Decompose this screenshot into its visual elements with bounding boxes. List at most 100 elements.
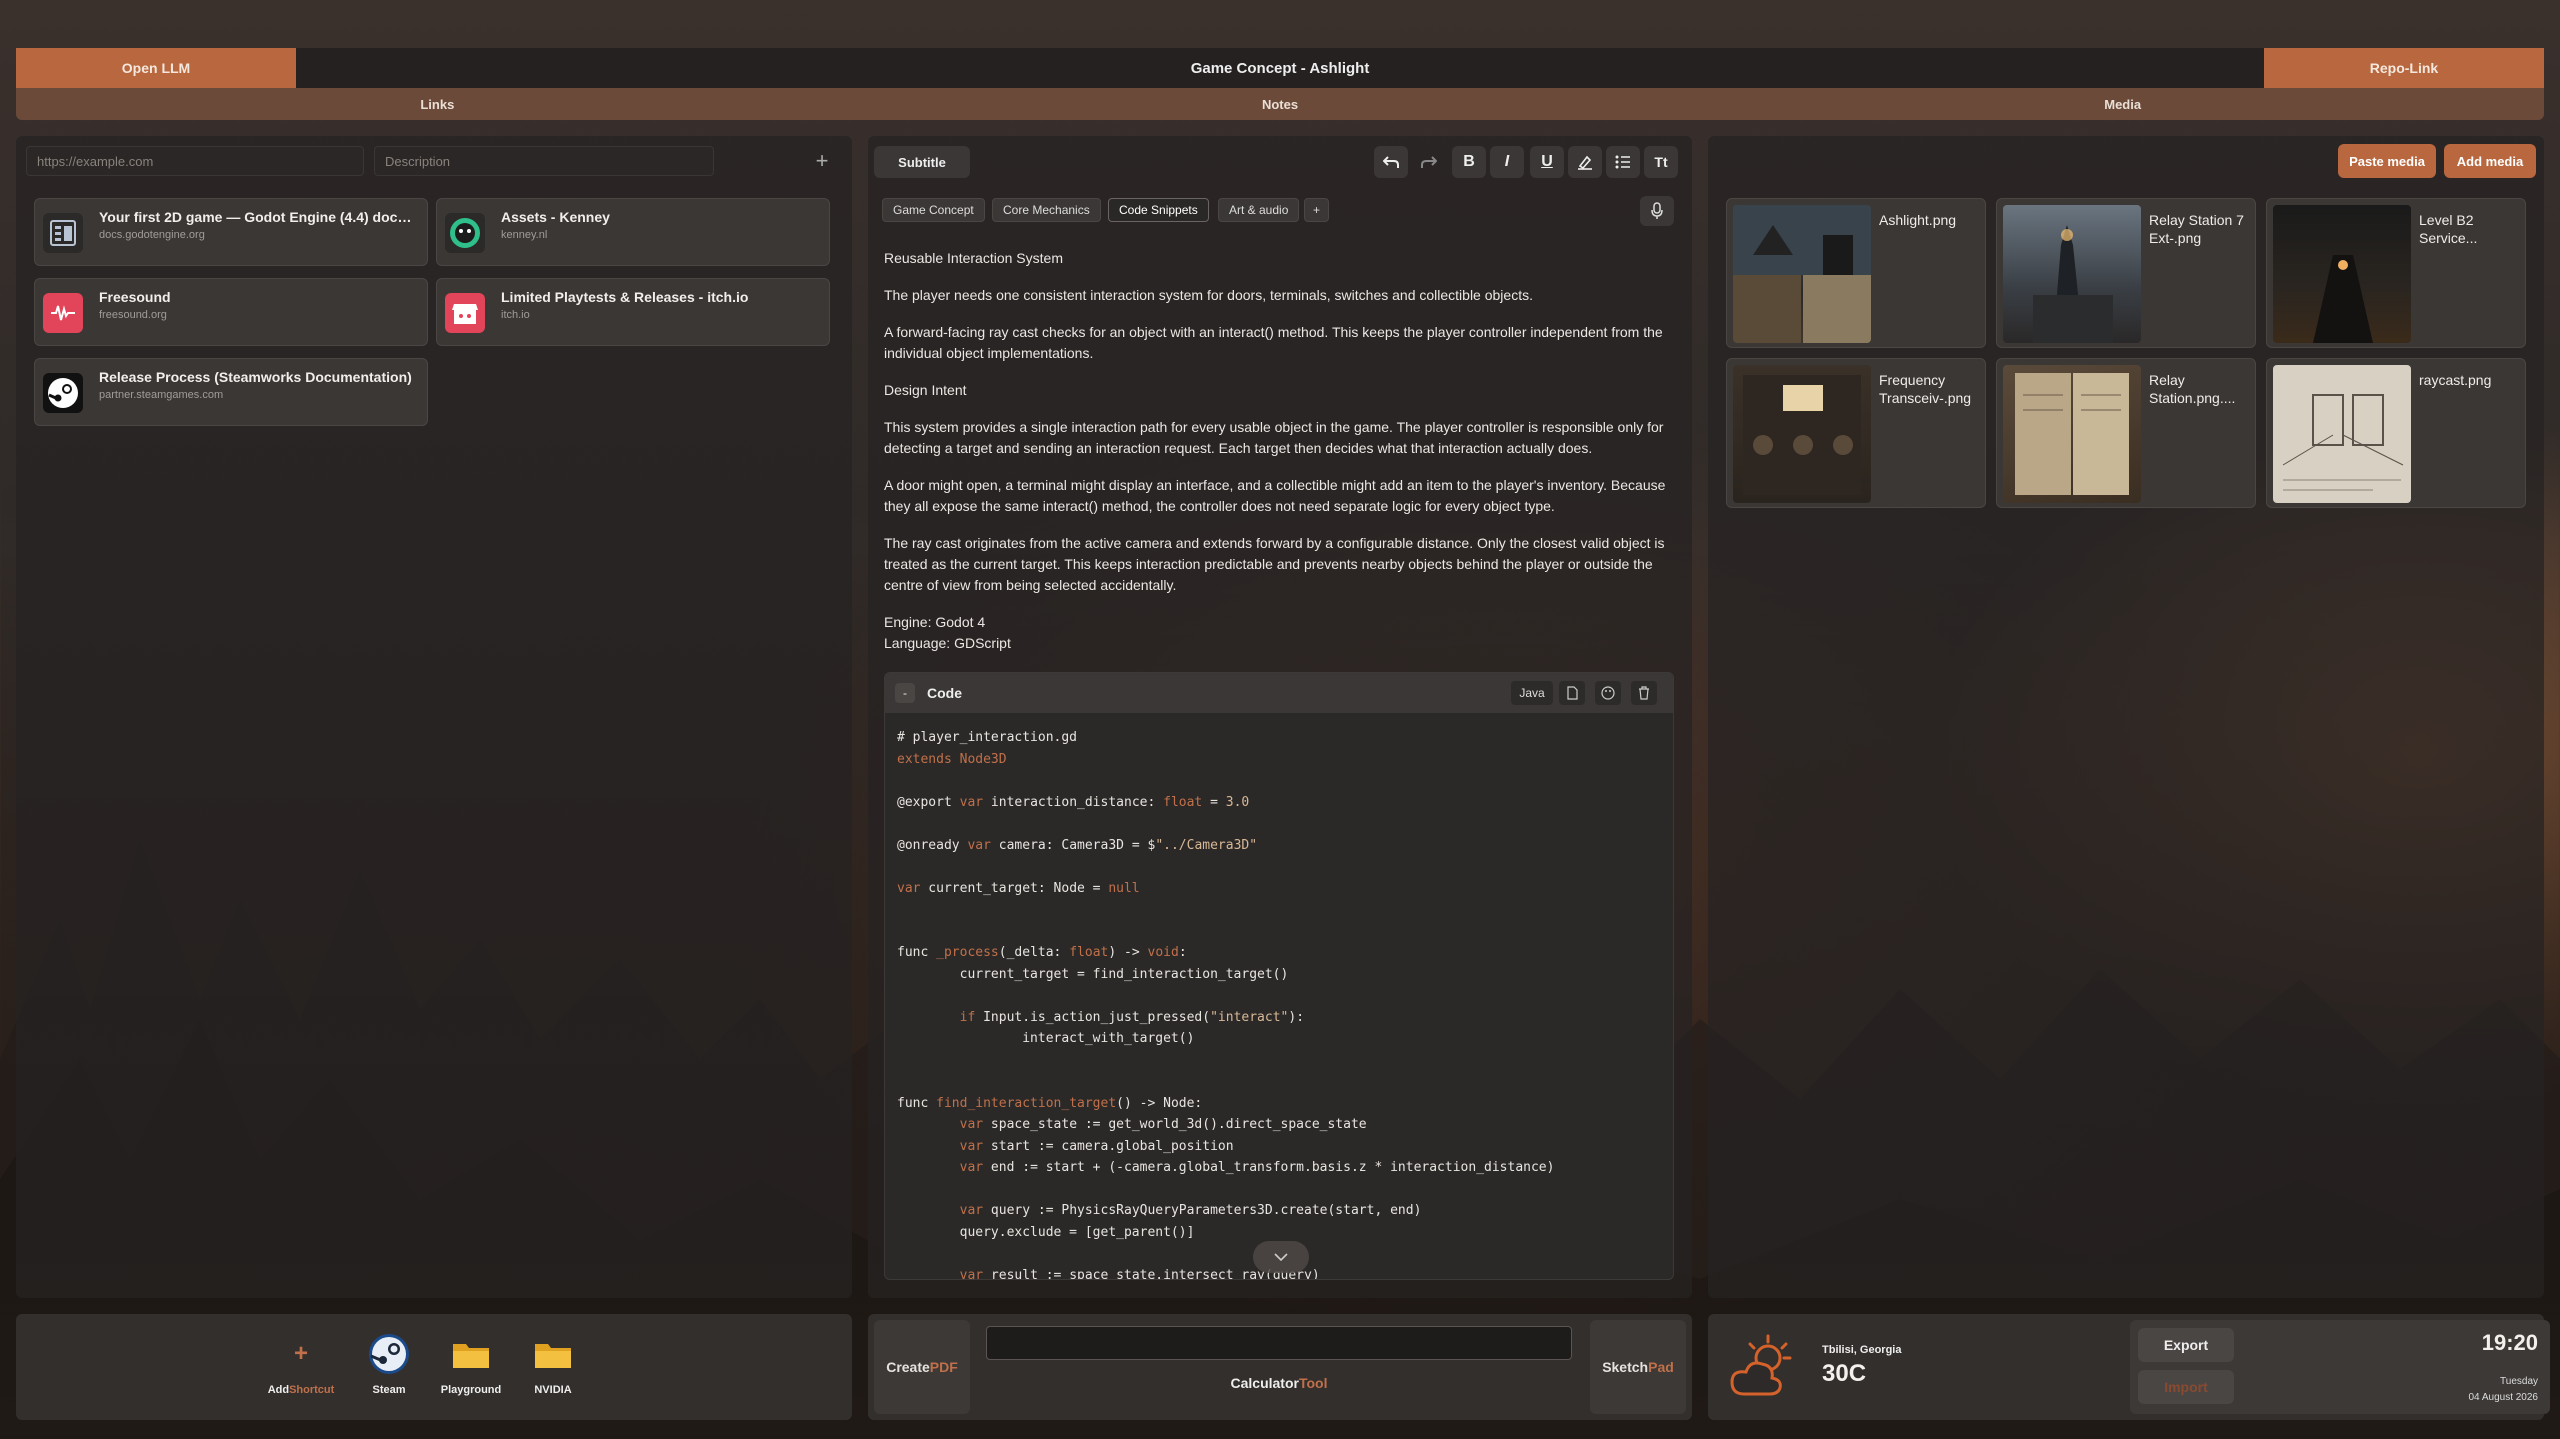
- link-title: Release Process (Steamworks Documentatio…: [99, 369, 412, 385]
- palette-icon[interactable]: [1595, 681, 1621, 705]
- media-name: Ashlight.png: [1879, 212, 1957, 228]
- import-button[interactable]: Import: [2138, 1370, 2234, 1404]
- add-link-icon[interactable]: +: [806, 146, 838, 176]
- links-panel: https://example.com Description + Your f…: [16, 136, 852, 1298]
- scroll-down-icon[interactable]: [1253, 1241, 1309, 1273]
- section-links-header: Links: [420, 96, 455, 112]
- link-card[interactable]: Freesound freesound.org: [34, 278, 428, 346]
- link-domain: kenney.nl: [501, 229, 548, 241]
- calculator-label-b: Tool: [1298, 1375, 1328, 1391]
- code-content[interactable]: # player_interaction.gd extends Node3D @…: [897, 727, 1554, 1279]
- paste-media-button[interactable]: Paste media: [2338, 144, 2436, 178]
- folder-icon: [531, 1332, 575, 1376]
- media-name: Frequency Transceiv-.png: [1879, 372, 1972, 406]
- page-title: Game Concept - Ashlight: [1190, 59, 1370, 77]
- text-size-button[interactable]: Tt: [1644, 146, 1678, 178]
- link-domain: freesound.org: [99, 309, 167, 321]
- link-card[interactable]: Limited Playtests & Releases - itch.io i…: [436, 278, 830, 346]
- link-title: Your first 2D game — Godot Engine (4.4) …: [99, 209, 419, 225]
- create-pdf-button[interactable]: Create PDF: [874, 1320, 970, 1414]
- section-tabs: Links Notes Media: [16, 88, 2544, 120]
- list-icon[interactable]: [1606, 146, 1640, 178]
- media-thumbnail: [2273, 205, 2411, 343]
- url-input[interactable]: https://example.com: [26, 146, 364, 176]
- itch-io-icon: [445, 293, 485, 333]
- media-item[interactable]: raycast.png: [2266, 358, 2526, 508]
- shortcut-label: NVIDIA: [534, 1384, 572, 1396]
- media-item[interactable]: Ashlight.png: [1726, 198, 1986, 348]
- kenney-icon: [445, 213, 485, 253]
- shortcut-playground[interactable]: Playground: [436, 1332, 506, 1396]
- link-domain: docs.godotengine.org: [99, 229, 205, 241]
- godot-docs-icon: [43, 213, 83, 253]
- media-thumbnail: [1733, 365, 1871, 503]
- sketch-pad-label-a: Sketch: [1602, 1359, 1649, 1375]
- section-notes-header: Notes: [1261, 96, 1299, 112]
- media-name: raycast.png: [2419, 372, 2492, 388]
- link-title: Freesound: [99, 289, 171, 305]
- freesound-icon: [43, 293, 83, 333]
- shortcut-nvidia[interactable]: NVIDIA: [518, 1332, 588, 1396]
- tag-art-audio[interactable]: Art & audio: [1218, 198, 1300, 222]
- bold-button[interactable]: B: [1452, 146, 1486, 178]
- link-card[interactable]: Assets - Kenney kenney.nl: [436, 198, 830, 266]
- shortcut-steam[interactable]: Steam: [354, 1332, 424, 1396]
- link-title: Limited Playtests & Releases - itch.io: [501, 289, 749, 305]
- add-tag-button[interactable]: +: [1304, 198, 1330, 222]
- open-llm-button[interactable]: Open LLM: [16, 48, 296, 88]
- calculator-input[interactable]: [986, 1326, 1572, 1360]
- export-button[interactable]: Export: [2138, 1328, 2234, 1362]
- add-media-button[interactable]: Add media: [2444, 144, 2536, 178]
- shortcuts-bar: + AddShortcut Steam Playground NVIDIA: [16, 1314, 852, 1420]
- create-pdf-label-a: Create: [886, 1359, 930, 1375]
- media-item[interactable]: Relay Station 7 Ext-.png: [1996, 198, 2256, 348]
- notes-panel: Subtitle B I U Tt Game Concept Core Mech…: [868, 136, 1692, 1298]
- undo-icon[interactable]: [1374, 146, 1408, 178]
- status-bar: Tbilisi, Georgia 30C Export Import 19:20…: [1708, 1314, 2550, 1420]
- underline-button[interactable]: U: [1530, 146, 1564, 178]
- note-paragraph: This system provides a single interactio…: [884, 419, 1664, 456]
- media-item[interactable]: Frequency Transceiv-.png: [1726, 358, 1986, 508]
- code-block: - Code Java # player_interaction.gd exte…: [884, 672, 1674, 1280]
- collapse-code-button[interactable]: -: [895, 683, 915, 703]
- tag-core-mechanics[interactable]: Core Mechanics: [992, 198, 1101, 222]
- media-item[interactable]: Relay Station.png....: [1996, 358, 2256, 508]
- text-style-select[interactable]: Subtitle: [874, 146, 970, 178]
- italic-button[interactable]: I: [1490, 146, 1524, 178]
- sketch-pad-button[interactable]: Sketch Pad: [1590, 1320, 1686, 1414]
- add-shortcut-label-b: Shortcut: [289, 1384, 335, 1396]
- export-import-area: Export Import 19:20 Tuesday 04 August 20…: [2130, 1320, 2550, 1414]
- partly-cloudy-icon: [1728, 1330, 1800, 1402]
- media-thumbnail: [2273, 365, 2411, 503]
- note-paragraph: A forward-facing ray cast checks for an …: [884, 324, 1663, 361]
- tag-code-snippets[interactable]: Code Snippets: [1108, 198, 1209, 222]
- add-shortcut-button[interactable]: + AddShortcut: [266, 1332, 336, 1396]
- media-item[interactable]: Level B2 Service...: [2266, 198, 2526, 348]
- media-name: Relay Station 7 Ext-.png: [2149, 212, 2244, 246]
- clock-date: 04 August 2026: [2468, 1392, 2538, 1403]
- note-editor[interactable]: Reusable Interaction System The player n…: [884, 248, 1674, 654]
- description-input[interactable]: Description: [374, 146, 714, 176]
- link-card[interactable]: Your first 2D game — Godot Engine (4.4) …: [34, 198, 428, 266]
- redo-icon[interactable]: [1412, 146, 1446, 178]
- media-thumbnail: [1733, 205, 1871, 343]
- link-card[interactable]: Release Process (Steamworks Documentatio…: [34, 358, 428, 426]
- link-domain: itch.io: [501, 309, 530, 321]
- repo-link-button[interactable]: Repo-Link: [2264, 48, 2544, 88]
- tag-game-concept[interactable]: Game Concept: [882, 198, 985, 222]
- plus-icon: +: [293, 1340, 308, 1367]
- highlight-icon[interactable]: [1568, 146, 1602, 178]
- media-name: Relay Station.png....: [2149, 372, 2236, 406]
- folder-icon: [449, 1332, 493, 1376]
- language-line: Language: GDScript: [884, 635, 1011, 651]
- copy-code-icon[interactable]: [1559, 681, 1585, 705]
- microphone-icon[interactable]: [1640, 196, 1674, 226]
- weather-temperature: 30C: [1822, 1360, 1867, 1387]
- code-language-select[interactable]: Java: [1511, 681, 1553, 705]
- clock-weekday: Tuesday: [2500, 1376, 2538, 1387]
- note-paragraph: A door might open, a terminal might disp…: [884, 477, 1666, 514]
- note-heading: Reusable Interaction System: [884, 250, 1063, 266]
- sketch-pad-label-b: Pad: [1648, 1359, 1674, 1375]
- create-pdf-label-b: PDF: [929, 1359, 958, 1375]
- delete-code-icon[interactable]: [1631, 681, 1657, 705]
